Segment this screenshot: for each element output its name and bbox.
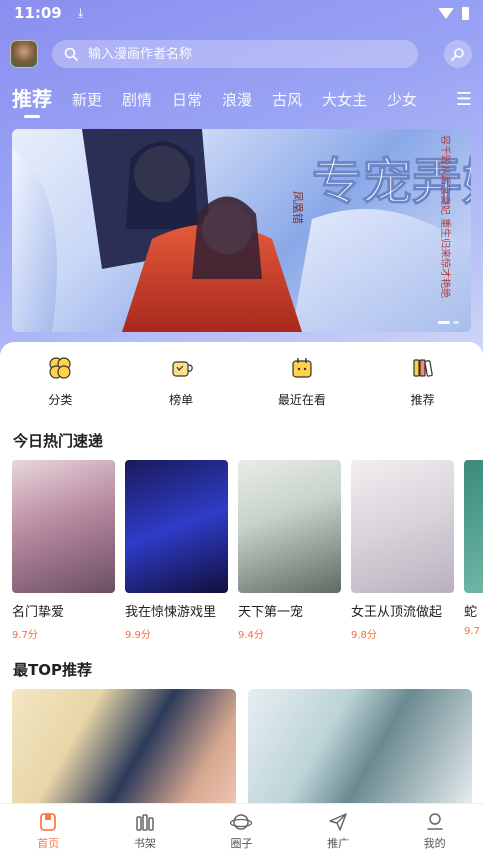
status-time: 11:09 [14,4,62,22]
nav-label: 首页 [37,837,60,850]
comic-cover [125,460,228,593]
banner-tagline: 容千毁从后宫变妃 重生归来惊才艳绝 [439,135,452,298]
banner-artwork: 专宠弄妃 凤凰错 容千毁从后宫变妃 重生归来惊才艳绝 [12,129,471,332]
download-icon: ⤓ [77,5,84,21]
books-icon [409,354,437,382]
bookshelf-icon [136,814,154,831]
quick-link-label: 最近在看 [277,393,326,407]
comic-title: 蛇 [464,605,478,620]
ranking-icon [167,354,195,382]
comic-card[interactable]: 女王从顶流做起 9.8分 [351,460,454,640]
category-icon [46,354,74,382]
tab-story[interactable]: 剧情 [122,89,152,118]
banner-pagination [438,321,459,324]
quick-link-label: 推荐 [410,393,435,407]
nav-label: 书架 [133,837,156,850]
comic-title: 名门挚爱 [12,605,65,620]
tab-shoujo[interactable]: 少女 [387,89,417,118]
tab-daily[interactable]: 日常 [172,89,202,118]
banner-subtitle: 凤凰错 [291,191,305,224]
battery-icon [462,6,469,20]
top-comic-cover[interactable] [248,689,472,805]
featured-banner[interactable]: 专宠弄妃 凤凰错 容千毁从后宫变妃 重生归来惊才艳绝 [12,129,471,332]
status-bar: 11:09 ⤓ [0,0,483,26]
comic-card[interactable]: 蛇 9.7 [464,460,483,640]
comic-card[interactable]: 我在惊悚游戏里 9.9分 [125,460,228,640]
nav-profile[interactable]: 我的 [400,812,470,851]
comic-title: 天下第一宠 [238,605,304,620]
home-icon [40,813,57,831]
hot-comics-list: 名门挚爱 9.7分 我在惊悚游戏里 9.9分 天下第一宠 9.4分 女王从顶流做… [12,460,483,640]
planet-icon [230,814,253,830]
tab-new[interactable]: 新更 [72,89,102,118]
top-recommend-list [12,689,483,805]
comic-title: 我在惊悚游戏里 [125,605,217,620]
comic-card[interactable]: 名门挚爱 9.7分 [12,460,115,640]
comic-cover [12,460,115,593]
comic-cover [351,460,454,593]
comic-title: 女王从顶流做起 [351,605,443,620]
tab-ancient[interactable]: 古风 [272,89,302,118]
nav-label: 我的 [423,837,446,850]
menu-icon[interactable]: ☰ [456,91,472,109]
comic-score: 9.4分 [238,630,264,640]
nav-label: 推广 [327,837,350,850]
comic-cover [464,460,483,593]
comic-score: 9.7分 [12,630,38,640]
quick-link-ranking[interactable]: 榜单 [131,354,231,414]
search-input[interactable] [88,46,388,62]
paper-plane-icon [329,813,347,831]
calendar-icon [288,354,316,382]
search-row [10,38,472,70]
search-icon [64,47,78,61]
tab-romance[interactable]: 浪漫 [222,89,252,118]
nav-home[interactable]: 首页 [13,812,83,851]
scan-button[interactable] [444,40,472,68]
category-tabs: 推荐 新更 剧情 日常 浪漫 古风 大女主 少女 ☰ [12,82,472,118]
quick-link-label: 分类 [48,393,73,407]
comic-card[interactable]: 天下第一宠 9.4分 [238,460,341,640]
top-comic-cover[interactable] [12,689,236,805]
comic-score: 9.7 [464,626,480,637]
tab-recommend[interactable]: 推荐 [12,83,52,118]
comic-cover [238,460,341,593]
tab-heroine[interactable]: 大女主 [322,89,367,118]
search-box[interactable] [52,40,418,68]
bottom-navigation: 首页 书架 圈子 推广 我的 [0,803,483,859]
profile-icon [426,813,443,830]
nav-circle[interactable]: 圈子 [206,812,276,851]
avatar[interactable] [10,40,38,68]
wifi-icon [438,7,454,19]
section-title-hot: 今日热门速递 [13,432,104,450]
nav-promote[interactable]: 推广 [303,812,373,851]
scan-icon [451,48,464,61]
comic-score: 9.9分 [125,630,151,640]
quick-link-recent[interactable]: 最近在看 [252,354,352,414]
comic-score: 9.8分 [351,630,377,640]
quick-link-label: 榜单 [169,393,194,407]
section-title-top: 最TOP推荐 [13,661,92,679]
quick-link-recommend[interactable]: 推荐 [373,354,473,414]
nav-bookshelf[interactable]: 书架 [110,812,180,851]
quick-link-category[interactable]: 分类 [10,354,110,414]
quick-links: 分类 榜单 最近在看 推荐 [0,354,483,414]
nav-label: 圈子 [230,837,253,850]
